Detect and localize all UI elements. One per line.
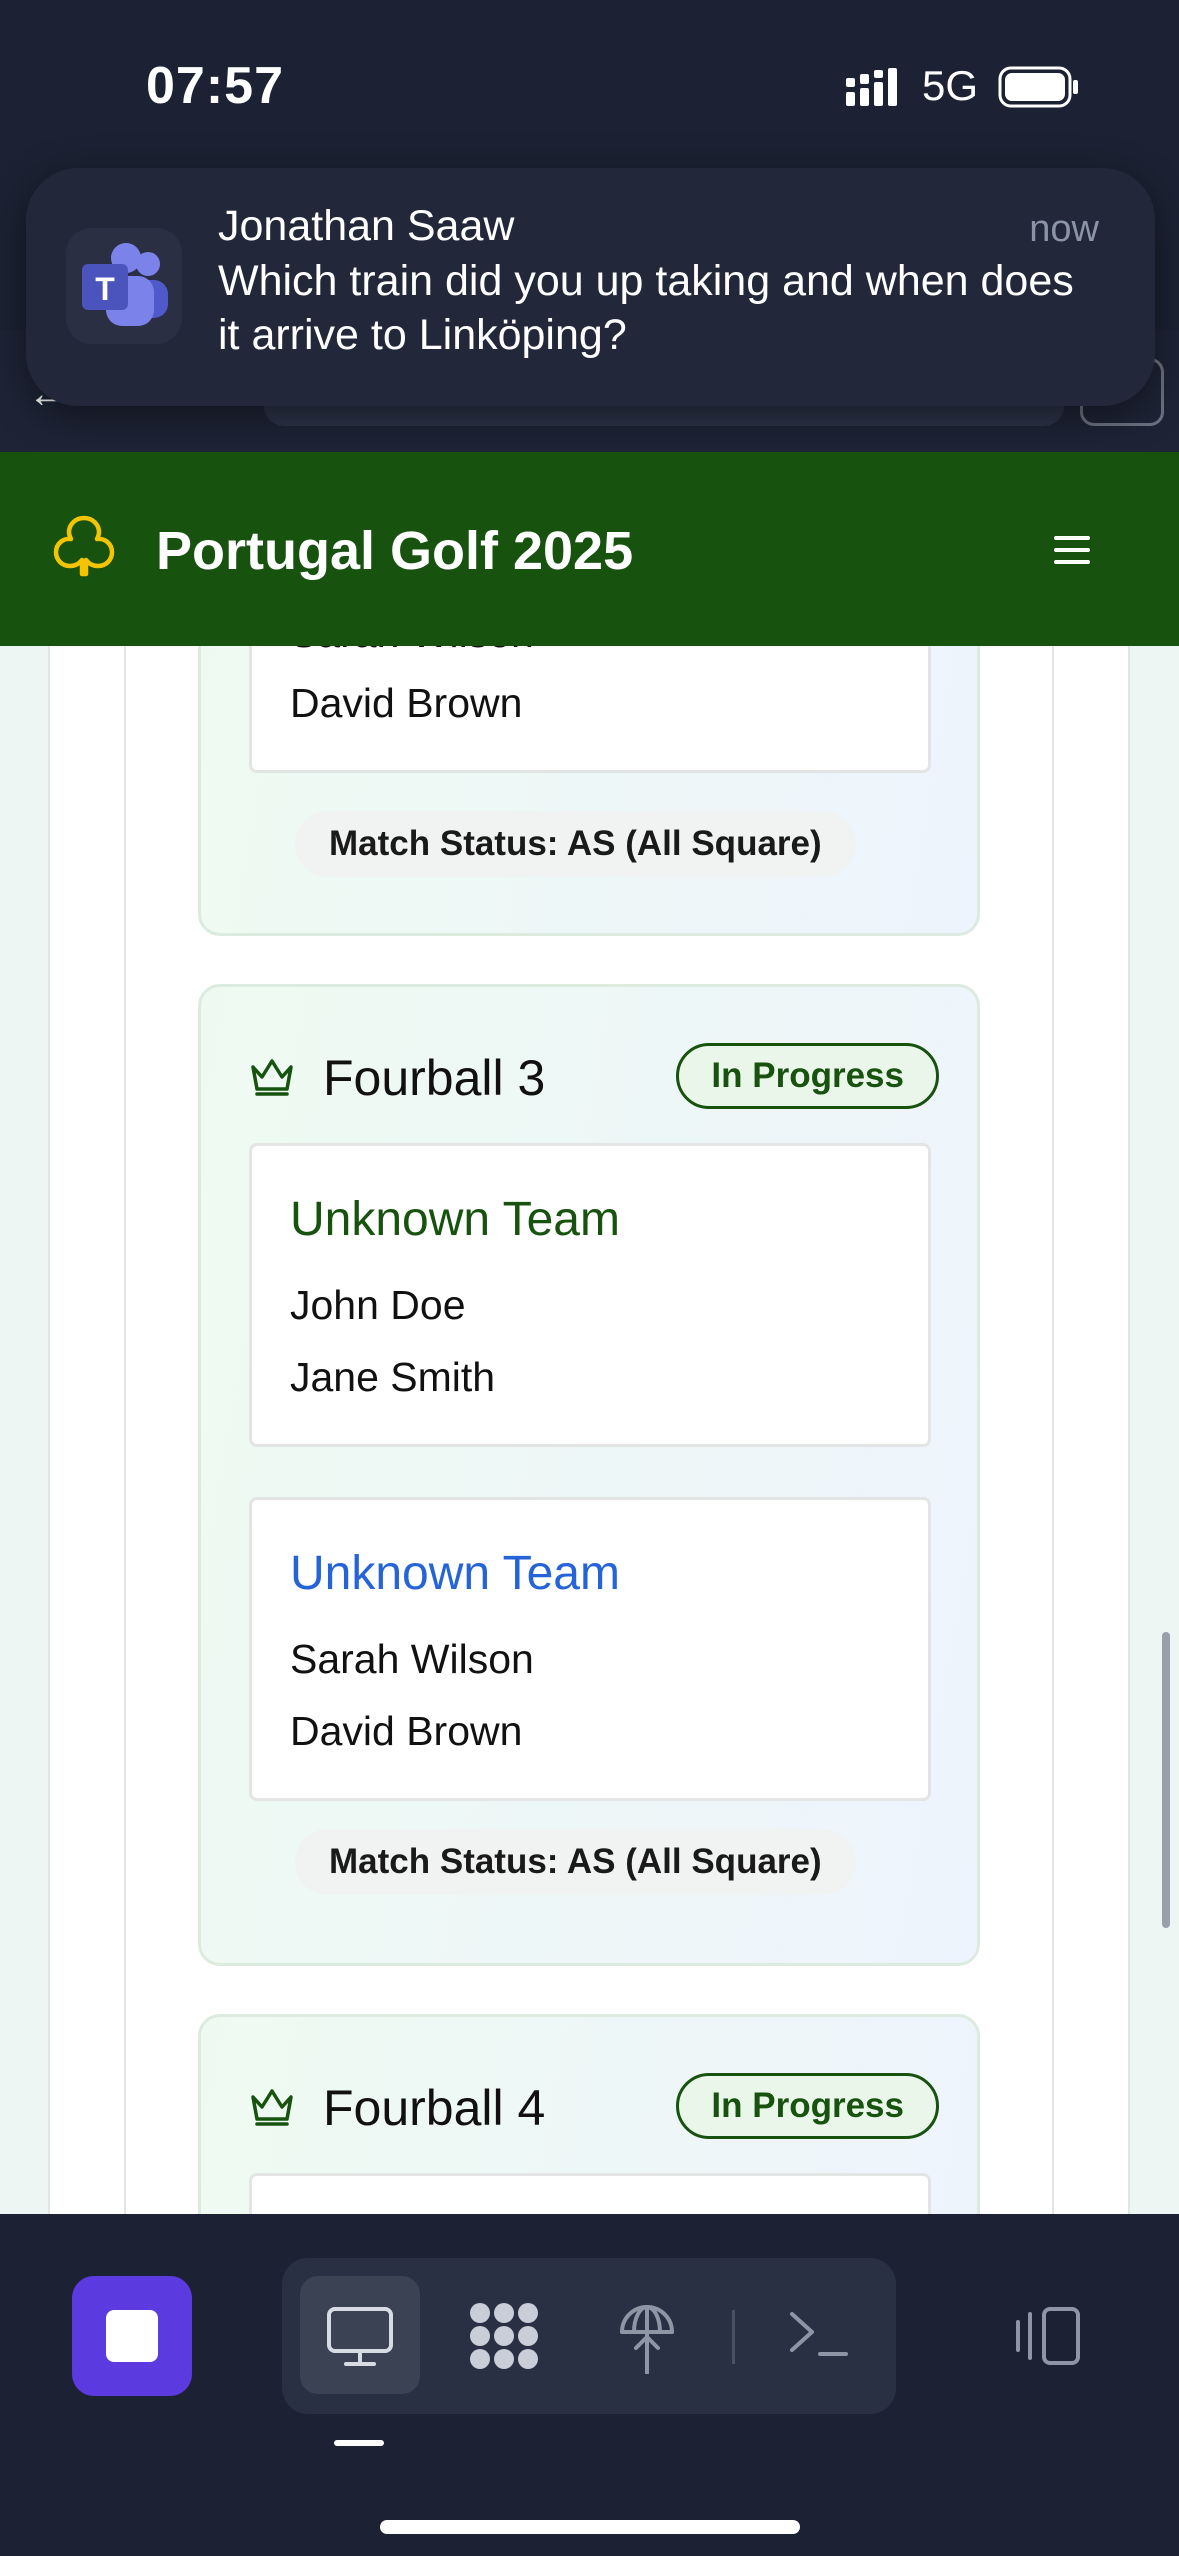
signal-icon: [846, 68, 897, 106]
active-indicator: [334, 2440, 384, 2446]
screen: 07:57 5G ← T: [0, 0, 1179, 2556]
player-name: John Doe: [290, 1282, 466, 1328]
bottom-dock: [0, 2214, 1179, 2556]
divider: [732, 2310, 735, 2364]
status-bar: 07:57 5G: [0, 0, 1179, 170]
battery-icon: [998, 66, 1078, 108]
terminal-icon[interactable]: [786, 2306, 850, 2362]
player-name: Jane Smith: [290, 1354, 496, 1400]
stop-button[interactable]: [72, 2276, 192, 2396]
scrollbar-thumb[interactable]: [1162, 1632, 1170, 1928]
crown-icon: [251, 1059, 293, 1096]
status-badge: In Progress: [676, 1043, 939, 1109]
match-header: Fourball 4 In Progress: [249, 2073, 939, 2139]
player-name: Sarah Wilson: [290, 646, 534, 657]
match-card[interactable]: Fourball 3 In Progress Unknown Team John…: [198, 984, 980, 1966]
match-card[interactable]: Fourball 4 In Progress: [198, 2014, 980, 2214]
team-box: [249, 2173, 931, 2214]
menu-icon[interactable]: [1052, 530, 1092, 570]
notification-time: now: [1029, 208, 1099, 250]
notification-message: Which train did you up taking and when d…: [218, 257, 1074, 359]
match-status: Match Status: AS (All Square): [295, 1829, 856, 1895]
match-card-partial: Sarah Wilson David Brown Match Status: A…: [198, 646, 980, 936]
notification-sender: Jonathan Saaw: [218, 202, 515, 250]
player-name: Sarah Wilson: [290, 1636, 534, 1682]
club-icon: [53, 515, 115, 577]
split-view-icon[interactable]: [1010, 2306, 1082, 2366]
main-content: Sarah Wilson David Brown Match Status: A…: [0, 646, 1179, 2214]
player-name: David Brown: [290, 680, 523, 726]
match-status: Match Status: AS (All Square): [295, 811, 856, 877]
status-badge: In Progress: [676, 2073, 939, 2139]
status-time: 07:57: [146, 57, 284, 115]
home-indicator[interactable]: [380, 2520, 800, 2534]
app-title: Portugal Golf 2025: [156, 521, 634, 581]
svg-text:T: T: [95, 271, 115, 307]
desktop-icon[interactable]: [326, 2306, 394, 2368]
apps-icon[interactable]: [466, 2300, 542, 2372]
network-icon[interactable]: [616, 2298, 678, 2374]
match-title: Fourball 4: [323, 2080, 546, 2136]
team-box: Unknown Team John Doe Jane Smith: [249, 1143, 931, 1447]
app-header: Portugal Golf 2025: [0, 452, 1179, 646]
network-type: 5G: [922, 62, 979, 109]
team-name: Unknown Team: [290, 1193, 620, 1246]
match-title: Fourball 3: [323, 1050, 546, 1106]
team-name: Unknown Team: [290, 1547, 620, 1600]
team-box: Sarah Wilson David Brown: [249, 646, 931, 773]
match-header: Fourball 3 In Progress: [249, 1043, 939, 1109]
teams-icon: T: [66, 228, 182, 344]
team-box: Unknown Team Sarah Wilson David Brown: [249, 1497, 931, 1801]
crown-icon: [251, 2089, 293, 2126]
player-name: David Brown: [290, 1708, 523, 1754]
teams-notification[interactable]: T Jonathan Saaw now Which train did you …: [26, 168, 1155, 406]
